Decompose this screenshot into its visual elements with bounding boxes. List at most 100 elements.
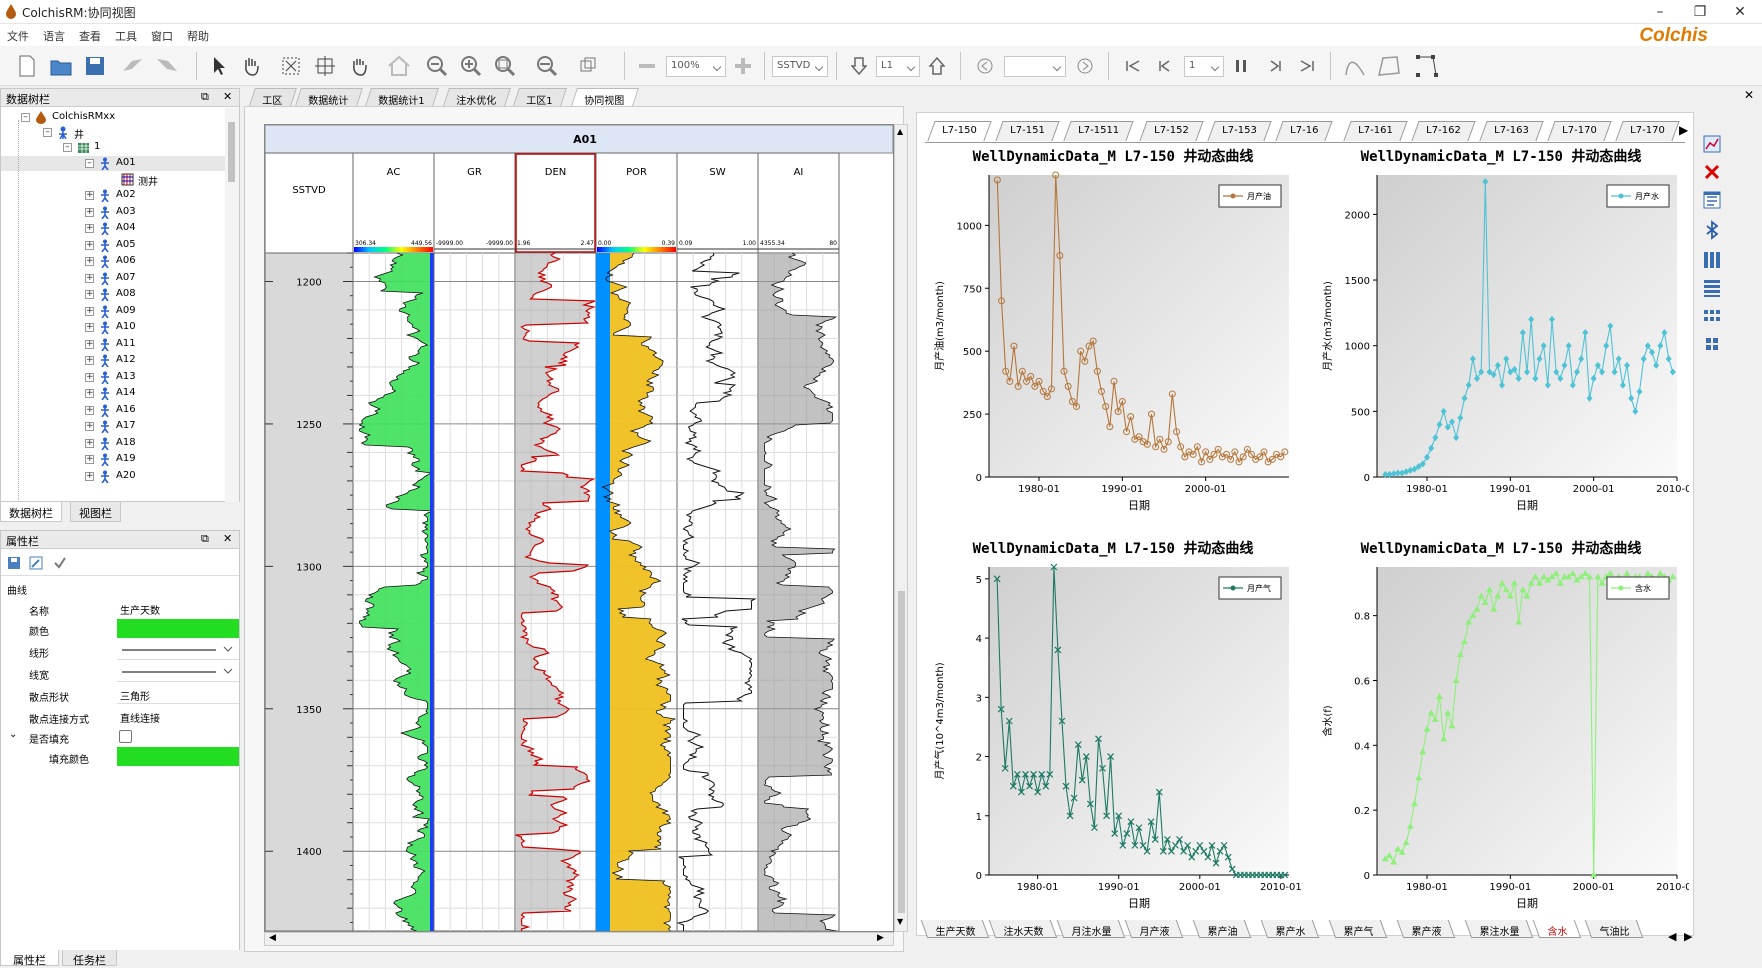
- home-icon[interactable]: [386, 53, 412, 79]
- tree-node-well[interactable]: + A19: [1, 452, 225, 467]
- well-tab[interactable]: L7-150: [927, 121, 992, 141]
- rows-layout-icon[interactable]: [1700, 276, 1724, 300]
- connect-mode-value[interactable]: 直线连接: [117, 707, 239, 726]
- float-panel-icon[interactable]: ⧉: [201, 90, 209, 104]
- zoom-in-icon[interactable]: [458, 53, 484, 79]
- tree-scrollbar[interactable]: [225, 108, 239, 502]
- tab-tasks[interactable]: 任务栏: [62, 950, 117, 967]
- prop-name-value[interactable]: 生产天数: [117, 599, 239, 618]
- chart-add-icon[interactable]: [1700, 132, 1724, 156]
- zoom-select[interactable]: 100%: [666, 56, 726, 77]
- well-tab[interactable]: L7-152: [1139, 121, 1204, 141]
- grab-icon[interactable]: [346, 53, 372, 79]
- menu-window[interactable]: 窗口: [144, 24, 180, 44]
- doc-tab[interactable]: 注水优化: [443, 88, 511, 107]
- expand-toggle-icon[interactable]: +: [85, 257, 94, 266]
- production-tab[interactable]: 含水: [1532, 920, 1582, 938]
- well-tab[interactable]: L7-151: [995, 121, 1060, 141]
- well-tab[interactable]: L7-162: [1411, 121, 1476, 141]
- plot-area[interactable]: [1377, 175, 1677, 477]
- tree-node-well[interactable]: + A13: [1, 370, 225, 385]
- expand-toggle-icon[interactable]: +: [85, 455, 94, 464]
- move-icon[interactable]: [312, 53, 338, 79]
- maximize-icon[interactable]: ❐: [1680, 2, 1720, 22]
- frame-select[interactable]: 1: [1184, 56, 1224, 77]
- production-tab[interactable]: 累产液: [1396, 920, 1456, 938]
- layer-select[interactable]: L1: [876, 56, 920, 77]
- tree-node-group-1[interactable]: –1: [1, 140, 225, 155]
- production-tab[interactable]: 累注水量: [1464, 920, 1534, 938]
- doc-tab[interactable]: 数据统计: [295, 88, 363, 107]
- tree-node-well[interactable]: + A10: [1, 320, 225, 335]
- zoom-out-icon[interactable]: [424, 53, 450, 79]
- expand-toggle-icon[interactable]: +: [85, 290, 94, 299]
- scroll-right-icon[interactable]: ▶: [877, 933, 884, 943]
- expand-toggle-icon[interactable]: +: [85, 339, 94, 349]
- prev-circle-icon[interactable]: [972, 53, 998, 79]
- expand-toggle-icon[interactable]: +: [85, 240, 94, 250]
- expand-toggle-icon[interactable]: +: [85, 191, 94, 200]
- first-frame-icon[interactable]: [1120, 53, 1146, 79]
- tree-node-well[interactable]: + A07: [1, 271, 225, 286]
- well-tab[interactable]: L7-163: [1479, 121, 1544, 141]
- tree-node-well[interactable]: + A20: [1, 469, 225, 484]
- select-arrow-icon[interactable]: [206, 53, 232, 79]
- plot-area[interactable]: [989, 175, 1289, 477]
- production-tab[interactable]: 累产油: [1192, 920, 1252, 938]
- ptabs-left-icon[interactable]: ◀: [1668, 930, 1676, 943]
- fill-checkbox[interactable]: [119, 730, 132, 743]
- tree-node-well[interactable]: + A05: [1, 238, 225, 253]
- down-arrow-icon[interactable]: [846, 53, 872, 79]
- tree-node-well[interactable]: + A17: [1, 419, 225, 434]
- zoom-box-icon[interactable]: [492, 53, 518, 79]
- production-tab[interactable]: 生产天数: [920, 920, 990, 938]
- tree-node-well[interactable]: + A06: [1, 254, 225, 269]
- tree-node-wells[interactable]: – 井: [1, 125, 225, 141]
- production-tab[interactable]: 累产气: [1328, 920, 1388, 938]
- menu-file[interactable]: 文件: [0, 24, 36, 44]
- increase-icon[interactable]: [730, 53, 756, 79]
- apply-check-icon[interactable]: [53, 556, 67, 570]
- float-panel-icon[interactable]: ⧉: [201, 532, 209, 546]
- close-doc-icon[interactable]: ✕: [1744, 88, 1754, 102]
- expand-toggle-icon[interactable]: +: [85, 389, 94, 398]
- hand-pan-icon[interactable]: [238, 53, 264, 79]
- open-folder-icon[interactable]: [48, 53, 74, 79]
- linewidth-select[interactable]: [117, 663, 239, 682]
- pause-icon[interactable]: [1228, 53, 1254, 79]
- redo-icon[interactable]: [154, 53, 180, 79]
- expand-toggle-icon[interactable]: +: [85, 306, 94, 316]
- production-tab[interactable]: 累产水: [1260, 920, 1320, 938]
- tree-node-well[interactable]: + A14: [1, 386, 225, 401]
- chart-legend[interactable]: 月产水: [1606, 184, 1670, 208]
- production-tab[interactable]: 气油比: [1584, 920, 1644, 938]
- expand-toggle-icon[interactable]: –: [85, 159, 94, 168]
- expand-toggle-icon[interactable]: +: [85, 207, 94, 217]
- log-track-por[interactable]: POR 0.00 0.39: [595, 152, 678, 932]
- scroll-left-icon[interactable]: ◀: [269, 933, 276, 943]
- tree-node-a01[interactable]: – A01: [1, 156, 225, 171]
- tree-node-log[interactable]: 测井: [1, 172, 225, 188]
- fill-color-swatch[interactable]: [117, 747, 239, 766]
- chart-properties-icon[interactable]: [1700, 188, 1724, 212]
- menu-help[interactable]: 帮助: [180, 24, 216, 44]
- expand-toggle-icon[interactable]: –: [63, 143, 72, 152]
- props-edit-icon[interactable]: [29, 556, 43, 570]
- menu-view[interactable]: 查看: [72, 24, 108, 44]
- expand-toggle-icon[interactable]: –: [43, 128, 52, 137]
- expand-toggle-icon[interactable]: +: [85, 323, 94, 332]
- up-arrow-icon[interactable]: [924, 53, 950, 79]
- log-hscrollbar[interactable]: ◀ ▶: [264, 932, 894, 946]
- linestyle-select[interactable]: [117, 641, 239, 660]
- decrease-icon[interactable]: [634, 53, 660, 79]
- time-select[interactable]: [1004, 56, 1066, 77]
- well-tab[interactable]: L7-170: [1547, 121, 1612, 141]
- expand-toggle-icon[interactable]: +: [85, 438, 94, 448]
- close-panel-icon[interactable]: ✕: [223, 90, 232, 103]
- tree-node-well[interactable]: + A11: [1, 337, 225, 352]
- tree-node-well[interactable]: + A04: [1, 221, 225, 236]
- well-tab[interactable]: L7-170: [1615, 121, 1680, 141]
- close-window-icon[interactable]: ✕: [1720, 2, 1760, 22]
- doc-tab[interactable]: 工区: [249, 88, 297, 107]
- production-tab[interactable]: 月产液: [1124, 920, 1184, 938]
